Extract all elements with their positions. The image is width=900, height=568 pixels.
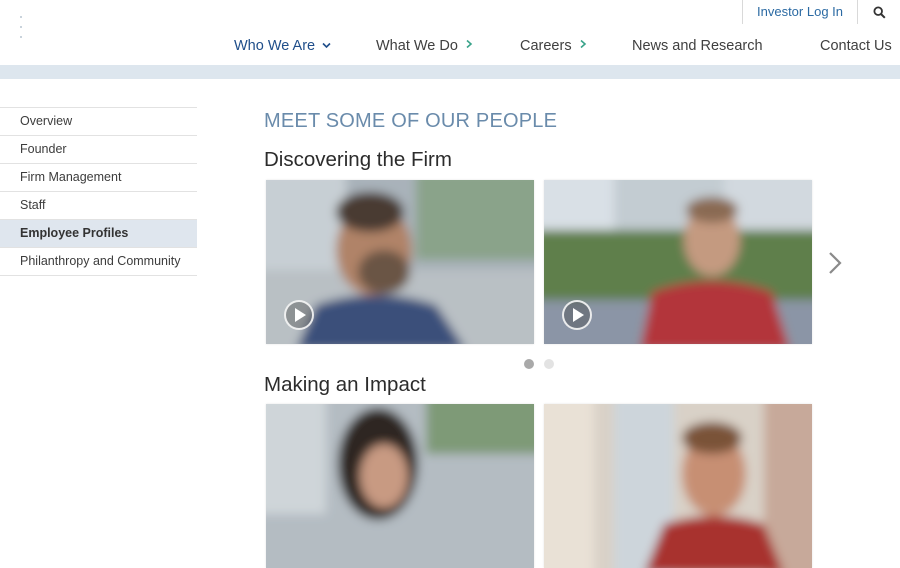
- chevron-right-icon: [580, 39, 586, 49]
- sidebar-item-philanthropy[interactable]: Philanthropy and Community: [0, 247, 197, 276]
- chevron-right-icon: [466, 39, 473, 49]
- nav-label: Who We Are: [234, 38, 316, 54]
- search-button[interactable]: [857, 0, 900, 24]
- carousel-next-arrow[interactable]: [826, 250, 844, 276]
- video-card-1[interactable]: [266, 180, 534, 344]
- nav-news-and-research[interactable]: News and Research: [632, 38, 763, 54]
- nav-label: Contact Us: [820, 38, 892, 54]
- sidebar-item-founder[interactable]: Founder: [0, 135, 197, 163]
- sidebar-item-employee-profiles[interactable]: Employee Profiles: [0, 219, 197, 247]
- nav-label: News and Research: [632, 38, 763, 54]
- investor-login-link[interactable]: Investor Log In: [742, 0, 857, 24]
- video-card-2[interactable]: [544, 180, 812, 344]
- nav-label: Careers: [520, 38, 572, 54]
- nav-who-we-are[interactable]: Who We Are: [234, 38, 331, 54]
- utility-bar: Investor Log In: [742, 0, 900, 24]
- nav-band: [0, 65, 900, 79]
- nav-contact-us[interactable]: Contact Us: [820, 38, 892, 54]
- carousel-dots: [524, 359, 554, 369]
- section-eyebrow: MEET SOME OF OUR PEOPLE: [264, 110, 558, 132]
- play-icon[interactable]: [562, 300, 592, 330]
- video-thumbnail: [266, 404, 534, 568]
- sidebar-item-staff[interactable]: Staff: [0, 191, 197, 219]
- video-thumbnail: [544, 404, 812, 568]
- nav-careers[interactable]: Careers: [520, 38, 587, 54]
- carousel-dot-2[interactable]: [544, 359, 554, 369]
- nav-what-we-do[interactable]: What We Do: [376, 38, 473, 54]
- video-card-4[interactable]: [544, 404, 812, 568]
- search-icon: [872, 5, 886, 19]
- video-card-3[interactable]: [266, 404, 534, 568]
- section-title-discovering: Discovering the Firm: [264, 148, 452, 171]
- section-title-impact: Making an Impact: [264, 373, 426, 396]
- sidebar: Overview Founder Firm Management Staff E…: [0, 107, 197, 276]
- nav-label: What We Do: [376, 38, 458, 54]
- play-icon[interactable]: [284, 300, 314, 330]
- sidebar-item-overview[interactable]: Overview: [0, 107, 197, 135]
- main-nav: Who We Are What We Do Careers News and R…: [0, 38, 900, 60]
- chevron-down-icon: [322, 42, 331, 49]
- carousel-dot-1[interactable]: [524, 359, 534, 369]
- sidebar-item-firm-management[interactable]: Firm Management: [0, 163, 197, 191]
